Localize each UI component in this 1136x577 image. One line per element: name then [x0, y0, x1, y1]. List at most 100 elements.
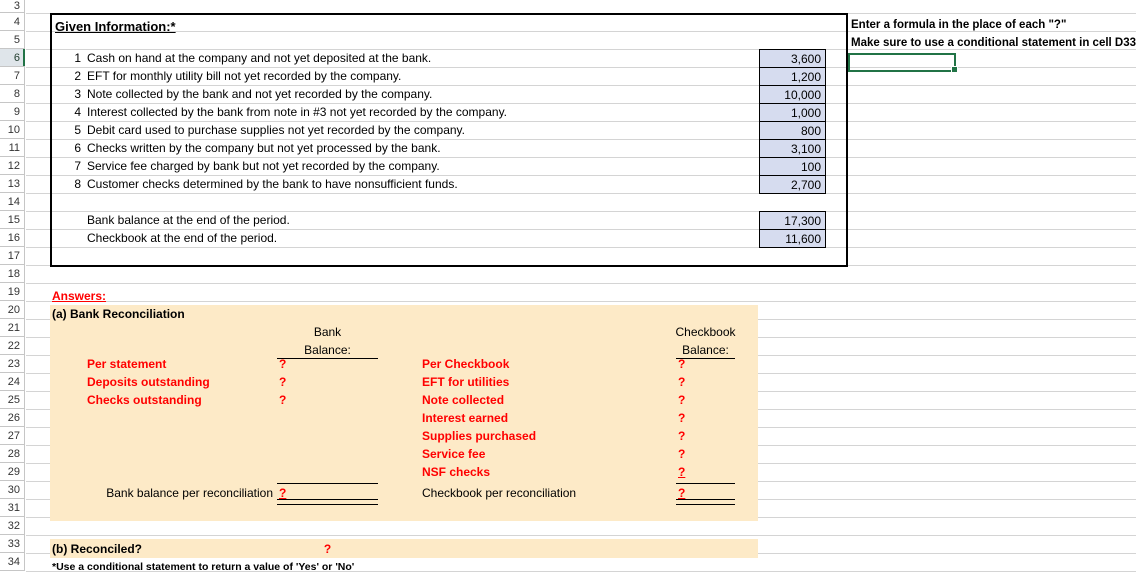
given-item-value[interactable]: 10,000 [759, 85, 826, 103]
row-header-23[interactable]: 23 [0, 355, 25, 373]
given-item-text: Interest collected by the bank from note… [87, 105, 508, 119]
checkbook-row-label: Service fee [422, 447, 486, 461]
row-header-label: 3 [13, 0, 20, 12]
checkbook-total-label: Checkbook per reconciliation [422, 486, 577, 500]
row-header-label: 20 [7, 303, 20, 316]
given-item-number: 6 [74, 141, 81, 155]
answers-heading: Answers: [52, 289, 107, 303]
given-item-number: 4 [74, 105, 81, 119]
row-header-10[interactable]: 10 [0, 121, 25, 139]
given-item-text: Cash on hand at the company and not yet … [87, 51, 432, 65]
row-header-6[interactable]: 6 [0, 49, 25, 67]
bank-row-value[interactable]: ? [279, 391, 286, 409]
row-header-4[interactable]: 4 [0, 13, 25, 31]
row-header-label: 6 [13, 51, 20, 64]
row-header-15[interactable]: 15 [0, 211, 25, 229]
row-header-26[interactable]: 26 [0, 409, 25, 427]
given-item-value[interactable]: 3,600 [759, 49, 826, 67]
checkbook-row-value[interactable]: ? [678, 445, 685, 463]
row-header-24[interactable]: 24 [0, 373, 25, 391]
selection-fill-handle[interactable] [951, 66, 958, 73]
part-b-value[interactable]: ? [277, 540, 378, 558]
row-header-20[interactable]: 20 [0, 301, 25, 319]
bank-total-label: Bank balance per reconciliation [106, 486, 273, 500]
bank-row-value[interactable]: ? [279, 373, 286, 391]
checkbook-row-value[interactable]: ? [678, 463, 685, 481]
checkbook-row-value[interactable]: ? [678, 373, 685, 391]
row-header-14[interactable]: 14 [0, 193, 25, 211]
checkbook-row-value[interactable]: ? [678, 427, 685, 445]
given-item-number: 2 [74, 69, 81, 83]
bank-row-value[interactable]: ? [279, 355, 286, 373]
row-header-label: 9 [13, 105, 20, 118]
row-header-11[interactable]: 11 [0, 139, 25, 157]
row-header-label: 16 [7, 231, 20, 244]
given-item-number: 5 [74, 123, 81, 137]
row-header-16[interactable]: 16 [0, 229, 25, 247]
given-item-number: 8 [74, 177, 81, 191]
row-header-29[interactable]: 29 [0, 463, 25, 481]
given-information-title: Given Information:* [55, 18, 176, 34]
row-header-21[interactable]: 21 [0, 319, 25, 337]
selected-cell[interactable] [848, 53, 956, 72]
row-header-22[interactable]: 22 [0, 337, 25, 355]
given-box-right-border [846, 13, 848, 266]
row-header-17[interactable]: 17 [0, 247, 25, 265]
row-header-13[interactable]: 13 [0, 175, 25, 193]
row-header-label: 33 [7, 537, 20, 550]
row-header-8[interactable]: 8 [0, 85, 25, 103]
bank-row-label: Deposits outstanding [87, 375, 210, 389]
given-item-value[interactable]: 1,200 [759, 67, 826, 85]
checkbook-row-value[interactable]: ? [678, 355, 685, 373]
given-item-value[interactable]: 800 [759, 121, 826, 139]
row-header-31[interactable]: 31 [0, 499, 25, 517]
checkbook-row-label: NSF checks [422, 465, 491, 479]
given-item-value[interactable]: 1,000 [759, 103, 826, 121]
bank-total-double-rule [277, 499, 378, 505]
checkbook-row-label: EFT for utilities [422, 375, 510, 389]
row-header-3[interactable]: 3 [0, 0, 25, 13]
row-header-19[interactable]: 19 [0, 283, 25, 301]
row-header-9[interactable]: 9 [0, 103, 25, 121]
given-box-bottom-border [50, 265, 848, 267]
row-header-34[interactable]: 34 [0, 553, 25, 571]
part-b-title: (b) Reconciled? [52, 542, 143, 556]
bank-total-top-rule [277, 483, 378, 484]
row-header-32[interactable]: 32 [0, 517, 25, 535]
given-item-value[interactable]: 3,100 [759, 139, 826, 157]
checkbook-row-value[interactable]: ? [678, 391, 685, 409]
row-header-28[interactable]: 28 [0, 445, 25, 463]
given-total-value[interactable]: 11,600 [759, 229, 826, 248]
row-header-label: 28 [7, 447, 20, 460]
given-item-number: 3 [74, 87, 81, 101]
given-total-value[interactable]: 17,300 [759, 211, 826, 229]
row-header-label: 17 [7, 249, 20, 262]
row-header-label: 14 [7, 195, 20, 208]
row-header-column: 3 4 5 6 7 8 9 10 11 12 13 14 15 16 17 18 19 20 21 22 23 24 25 2… [0, 0, 26, 577]
grid-row-line [26, 535, 1136, 536]
row-header-label: 23 [7, 357, 20, 370]
row-header-7[interactable]: 7 [0, 67, 25, 85]
checkbook-row-value[interactable]: ? [678, 409, 685, 427]
row-header-label: 21 [7, 321, 20, 334]
row-header-5[interactable]: 5 [0, 31, 25, 49]
given-item-text: Service fee charged by bank but not yet … [87, 159, 440, 173]
bank-balance-header-line2: Balance: [304, 343, 351, 357]
checkbook-row-label: Note collected [422, 393, 505, 407]
row-header-30[interactable]: 30 [0, 481, 25, 499]
spreadsheet-canvas[interactable]: 3 4 5 6 7 8 9 10 11 12 13 14 15 16 17 18 19 20 21 22 23 24 25 2… [0, 0, 1136, 577]
given-item-value[interactable]: 2,700 [759, 175, 826, 194]
row-header-12[interactable]: 12 [0, 157, 25, 175]
given-item-text: EFT for monthly utility bill not yet rec… [87, 69, 402, 83]
row-header-label: 4 [13, 15, 20, 28]
bank-row-label: Per statement [87, 357, 167, 371]
row-header-25[interactable]: 25 [0, 391, 25, 409]
row-header-33[interactable]: 33 [0, 535, 25, 553]
row-header-label: 22 [7, 339, 20, 352]
row-header-27[interactable]: 27 [0, 427, 25, 445]
given-item-value[interactable]: 100 [759, 157, 826, 175]
row-header-18[interactable]: 18 [0, 265, 25, 283]
row-header-label: 27 [7, 429, 20, 442]
grid-row-line [26, 301, 1136, 302]
row-header-label: 34 [7, 555, 20, 568]
